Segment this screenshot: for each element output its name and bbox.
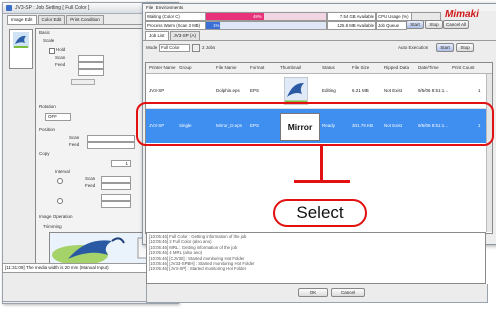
mode-label: Mode [146,45,158,50]
menu-environments[interactable]: Environments [156,5,184,10]
cell-format: EPS [250,88,260,93]
storage-available-1: 7.54 GB Available [327,12,376,21]
interval-feed-field[interactable] [101,183,131,190]
status-label-2: Process Warm (Scan 3 MB) [145,21,206,30]
preview-pane [9,29,33,69]
interval-radio-alt[interactable] [57,198,63,204]
tab-printer[interactable]: JV3-SP (A) [169,31,200,40]
col-print-count[interactable]: Print Count [452,65,475,70]
menu-file[interactable]: File [146,5,153,10]
feed-label: Feed [55,62,66,67]
progress-bar-2: 1% [205,21,327,30]
callout-connector-horizontal [294,180,350,183]
col-status[interactable]: Status [322,65,335,70]
hold-checkbox[interactable] [49,48,55,54]
position-feed-field[interactable] [87,142,135,149]
basic-label: Basic [39,30,51,35]
scale-extra-field[interactable] [78,69,104,76]
auto-execution-label: Auto Execution [398,45,429,50]
position-feed-label: Feed [69,142,80,147]
main-ok-button[interactable]: OK [298,288,328,297]
scale-scan-field[interactable] [78,55,104,62]
keep-ratio-checkbox[interactable] [71,79,95,85]
auto-stop-button[interactable]: Stop [456,43,474,52]
callout-connector-vertical [320,146,323,182]
interval-radio[interactable] [57,178,63,184]
mode-select[interactable]: Full Color [159,44,190,52]
col-file-name[interactable]: File Name [216,65,237,70]
dolphin-thumbnail-icon [284,77,308,105]
rotation-select[interactable]: OFF [45,113,71,121]
stop-queue-button[interactable]: Stop [425,20,443,29]
position-label: Position [39,127,56,132]
selection-highlight [136,102,494,146]
rotation-label: Rotation [39,104,56,109]
tab-image-edit[interactable]: Image Edit [7,15,37,24]
interval-feed-label: Feed [85,183,96,188]
auto-start-button[interactable]: Start [436,43,454,52]
main-cancel-button[interactable]: Cancel [331,288,365,297]
position-scan-label: Scan [69,135,80,140]
mimaki-logo: Mimaki [445,9,479,20]
tab-divider [143,40,496,41]
start-queue-button[interactable]: Start [406,20,424,29]
tab-job-list[interactable]: Job List [145,31,169,40]
storage-available-2: 125.8 MB Available [327,21,376,30]
cell-ripped-data: Not Exist [384,88,403,93]
job-queue-label: Job Queue [376,21,407,30]
job-tabs: Job List JV3-SP (A) [145,31,201,40]
cancel-all-button[interactable]: Cancel All [443,20,469,29]
cell-date-time: 9/5/06 8:51:1... [418,88,449,93]
col-thumbnail[interactable]: Thumbnail [280,65,301,70]
dolphin-preview-icon [13,32,29,48]
col-file-size[interactable]: File Size [352,65,369,70]
job-list-scrollbar[interactable] [486,74,492,232]
log-line: [10:05:46] [JV3-SP] : Started monitoring… [149,266,247,272]
refresh-icon[interactable] [192,44,200,52]
scale-label: Scale [43,38,55,43]
select-callout-label: Select [273,199,367,227]
col-format[interactable]: Format [250,65,264,70]
interval-alt-feed-field[interactable] [101,201,131,208]
col-ripped-data[interactable]: Ripped Data [384,65,409,70]
progress-fill-2: 1% [206,22,221,29]
image-operation-label: Image Operation [39,214,73,219]
status-label-1: Waiting (Color C) [145,12,206,21]
tab-color-edit[interactable]: Color Edit [37,15,66,24]
hold-label: Hold [56,47,66,52]
copy-label: Copy [39,151,50,156]
scan-label: Scan [55,55,66,60]
tab-print-condition[interactable]: Print Condition [66,15,104,24]
progress-bar-1: 48% [205,12,327,21]
cell-printer: JV3-SP [149,88,165,93]
scale-feed-field[interactable] [78,62,104,69]
cell-file-name: Dolphin.eps [216,88,240,93]
interval-scan-field[interactable] [101,176,131,183]
interval-scan-label: Scan [85,176,96,181]
position-scan-field[interactable] [87,135,135,142]
progress-fill-1: 48% [206,13,264,20]
interval-label: Interval [55,169,70,174]
trimming-label: Trimming [43,224,62,229]
job-list-header: Printer Name Group File Name Format Thum… [146,63,492,74]
menu-bar: File Environments [143,4,496,11]
cell-print-count: 1 [478,88,481,93]
copy-count-field[interactable]: 1 [111,160,131,167]
cell-file-size: 6.21 MB [352,88,369,93]
interval-alt-scan-field[interactable] [101,194,131,201]
col-printer-name[interactable]: Printer Name [149,65,176,70]
cell-status: Editing [322,88,336,93]
app-icon [6,5,12,11]
col-date-time[interactable]: Date/Time [418,65,439,70]
job-count: 2 Jobs [202,45,216,50]
log-panel: [10:05:46] Full Color : Getting informat… [146,232,486,284]
col-group[interactable]: Group [179,65,192,70]
